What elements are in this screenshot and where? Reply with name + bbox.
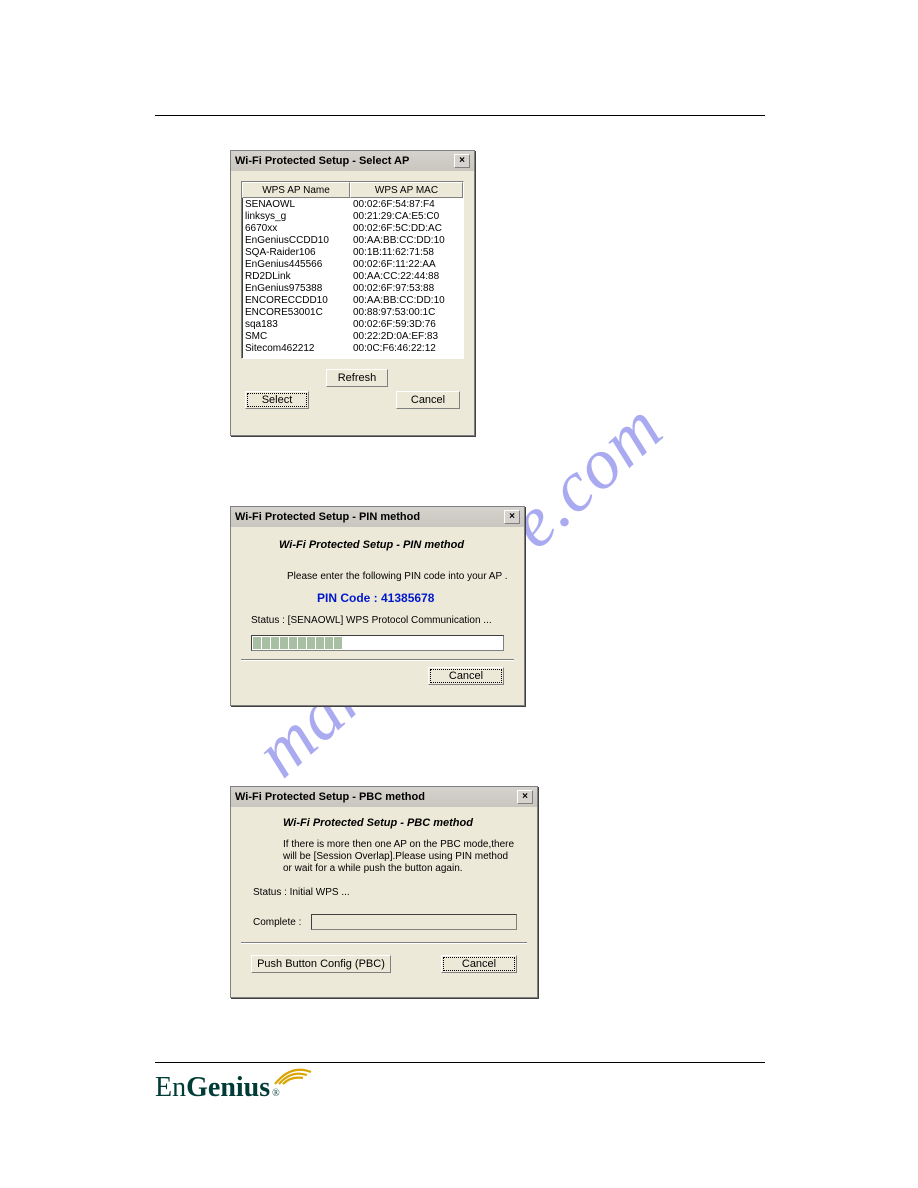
ap-mac-cell: 00:AA:BB:CC:DD:10 — [350, 235, 463, 247]
ap-mac-cell: 00:21:29:CA:E5:C0 — [350, 211, 463, 223]
ap-mac-cell: 00:1B:11:62:71:58 — [350, 247, 463, 259]
pin-method-dialog: Wi-Fi Protected Setup - PIN method × Wi-… — [230, 506, 525, 706]
ap-mac-cell: 00:02:6F:11:22:AA — [350, 259, 463, 271]
table-row[interactable]: SMC00:22:2D:0A:EF:83 — [242, 331, 463, 343]
close-icon[interactable]: × — [517, 790, 533, 804]
ap-name-cell: sqa183 — [242, 319, 350, 331]
ap-name-cell: EnGenius975388 — [242, 283, 350, 295]
pbc-status: Status : Initial WPS ... — [253, 887, 350, 898]
ap-mac-cell: 00:22:2D:0A:EF:83 — [350, 331, 463, 343]
col-ap-mac[interactable]: WPS AP MAC — [350, 182, 463, 198]
table-row[interactable]: Sitecom46221200:0C:F6:46:22:12 — [242, 343, 463, 355]
refresh-button[interactable]: Refresh — [326, 369, 388, 387]
table-row[interactable]: EnGeniusCCDD1000:AA:BB:CC:DD:10 — [242, 235, 463, 247]
ap-name-cell: linksys_g — [242, 211, 350, 223]
table-row[interactable]: sqa18300:02:6F:59:3D:76 — [242, 319, 463, 331]
complete-label: Complete : — [253, 917, 301, 928]
ap-name-cell: ENCORE53001C — [242, 307, 350, 319]
pbc-note: If there is more then one AP on the PBC … — [283, 839, 519, 875]
close-icon[interactable]: × — [504, 510, 520, 524]
pbc-method-dialog: Wi-Fi Protected Setup - PBC method × Wi-… — [230, 786, 538, 998]
pbc-heading: Wi-Fi Protected Setup - PBC method — [283, 817, 473, 829]
cancel-button[interactable]: Cancel — [428, 667, 504, 685]
ap-name-cell: RD2DLink — [242, 271, 350, 283]
select-ap-titlebar: Wi-Fi Protected Setup - Select AP × — [231, 151, 474, 171]
divider — [241, 659, 514, 661]
pin-status: Status : [SENAOWL] WPS Protocol Communic… — [251, 615, 492, 626]
engenius-logo: EnGenius® — [155, 1072, 280, 1104]
pin-titlebar: Wi-Fi Protected Setup - PIN method × — [231, 507, 524, 527]
ap-mac-cell: 00:02:6F:54:87:F4 — [350, 199, 463, 211]
ap-name-cell: EnGenius445566 — [242, 259, 350, 271]
col-ap-name[interactable]: WPS AP Name — [242, 182, 350, 198]
table-row[interactable]: EnGenius44556600:02:6F:11:22:AA — [242, 259, 463, 271]
top-rule — [155, 115, 765, 116]
ap-name-cell: ENCORECCDD10 — [242, 295, 350, 307]
select-button[interactable]: Select — [245, 391, 309, 409]
ap-mac-cell: 00:0C:F6:46:22:12 — [350, 343, 463, 355]
table-row[interactable]: SQA-Raider10600:1B:11:62:71:58 — [242, 247, 463, 259]
cancel-button[interactable]: Cancel — [441, 955, 517, 973]
select-ap-title: Wi-Fi Protected Setup - Select AP — [235, 155, 409, 167]
pbc-titlebar: Wi-Fi Protected Setup - PBC method × — [231, 787, 537, 807]
pin-progress — [251, 635, 504, 651]
cancel-button[interactable]: Cancel — [396, 391, 460, 409]
pin-code: PIN Code : 41385678 — [317, 591, 434, 605]
ap-name-cell: SQA-Raider106 — [242, 247, 350, 259]
table-row[interactable]: SENAOWL00:02:6F:54:87:F4 — [242, 199, 463, 211]
divider — [241, 942, 527, 944]
pbc-title: Wi-Fi Protected Setup - PBC method — [235, 791, 425, 803]
logo-reg: ® — [272, 1088, 280, 1099]
pbc-progress — [311, 914, 517, 930]
ap-list[interactable]: WPS AP Name WPS AP MAC SENAOWL00:02:6F:5… — [241, 181, 464, 359]
close-icon[interactable]: × — [454, 154, 470, 168]
ap-mac-cell: 00:88:97:53:00:1C — [350, 307, 463, 319]
ap-mac-cell: 00:02:6F:97:53:88 — [350, 283, 463, 295]
wifi-arc-icon — [273, 1062, 313, 1086]
table-row[interactable]: 6670xx00:02:6F:5C:DD:AC — [242, 223, 463, 235]
pin-instruction: Please enter the following PIN code into… — [287, 571, 508, 582]
ap-name-cell: 6670xx — [242, 223, 350, 235]
table-row[interactable]: EnGenius97538800:02:6F:97:53:88 — [242, 283, 463, 295]
pin-title: Wi-Fi Protected Setup - PIN method — [235, 511, 420, 523]
ap-mac-cell: 00:AA:BB:CC:DD:10 — [350, 295, 463, 307]
ap-name-cell: EnGeniusCCDD10 — [242, 235, 350, 247]
ap-name-cell: SENAOWL — [242, 199, 350, 211]
table-row[interactable]: linksys_g00:21:29:CA:E5:C0 — [242, 211, 463, 223]
table-row[interactable]: RD2DLink00:AA:CC:22:44:88 — [242, 271, 463, 283]
logo-en: En — [155, 1072, 186, 1104]
ap-name-cell: Sitecom462212 — [242, 343, 350, 355]
table-row[interactable]: ENCORE53001C00:88:97:53:00:1C — [242, 307, 463, 319]
ap-list-header: WPS AP Name WPS AP MAC — [242, 182, 463, 198]
pin-heading: Wi-Fi Protected Setup - PIN method — [279, 539, 464, 551]
select-ap-dialog: Wi-Fi Protected Setup - Select AP × WPS … — [230, 150, 475, 436]
ap-name-cell: SMC — [242, 331, 350, 343]
logo-genius: Genius — [186, 1072, 270, 1104]
ap-mac-cell: 00:02:6F:5C:DD:AC — [350, 223, 463, 235]
ap-mac-cell: 00:02:6F:59:3D:76 — [350, 319, 463, 331]
pbc-button[interactable]: Push Button Config (PBC) — [251, 955, 391, 973]
ap-mac-cell: 00:AA:CC:22:44:88 — [350, 271, 463, 283]
bottom-rule — [155, 1062, 765, 1063]
table-row[interactable]: ENCORECCDD1000:AA:BB:CC:DD:10 — [242, 295, 463, 307]
